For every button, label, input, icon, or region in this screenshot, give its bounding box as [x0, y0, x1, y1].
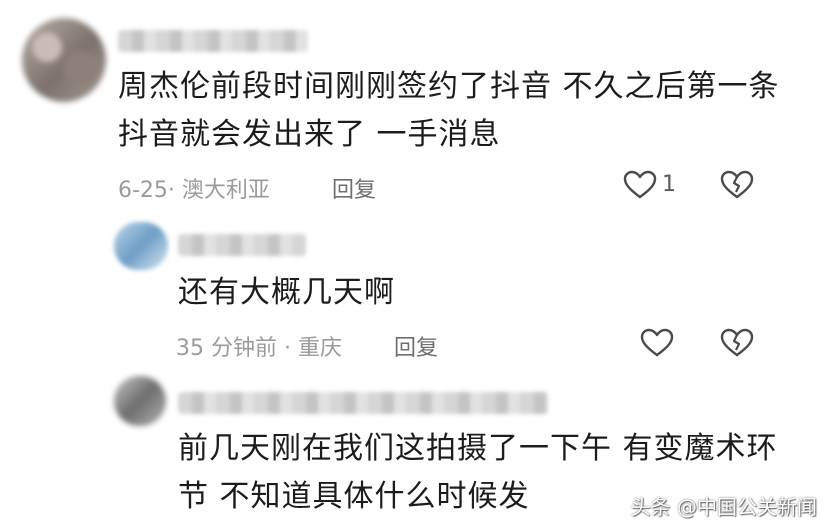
broken-heart-icon[interactable]: [720, 170, 754, 200]
comment-meta: 6-25· 澳大利亚: [118, 178, 270, 203]
avatar[interactable]: [114, 222, 168, 270]
heart-outline-icon[interactable]: [640, 328, 674, 358]
reply-button[interactable]: 回复: [332, 172, 376, 204]
username-blurred[interactable]: [178, 392, 548, 414]
watermark: 头条 @中国公关新闻: [630, 495, 817, 519]
comment-text-line: 周杰伦前段时间刚刚签约了抖音 不久之后第一条: [118, 69, 780, 104]
comment-meta: 35 分钟前 · 重庆: [176, 336, 342, 361]
broken-heart-icon[interactable]: [720, 328, 754, 358]
username-blurred[interactable]: [178, 234, 306, 256]
comment-text-line: 抖音就会发出来了 一手消息: [118, 117, 501, 152]
comment-text-line: 节 不知道具体什么时候发: [178, 479, 530, 514]
username-blurred[interactable]: [118, 30, 308, 52]
avatar[interactable]: [114, 376, 166, 426]
heart-outline-icon[interactable]: [623, 170, 657, 200]
comment-text-line: 还有大概几天啊: [178, 275, 395, 310]
avatar[interactable]: [22, 18, 106, 102]
comment-text-line: 前几天刚在我们这拍摄了一下午 有变魔术环: [178, 431, 778, 466]
reply-button[interactable]: 回复: [394, 330, 438, 362]
like-count: 1: [662, 172, 676, 197]
